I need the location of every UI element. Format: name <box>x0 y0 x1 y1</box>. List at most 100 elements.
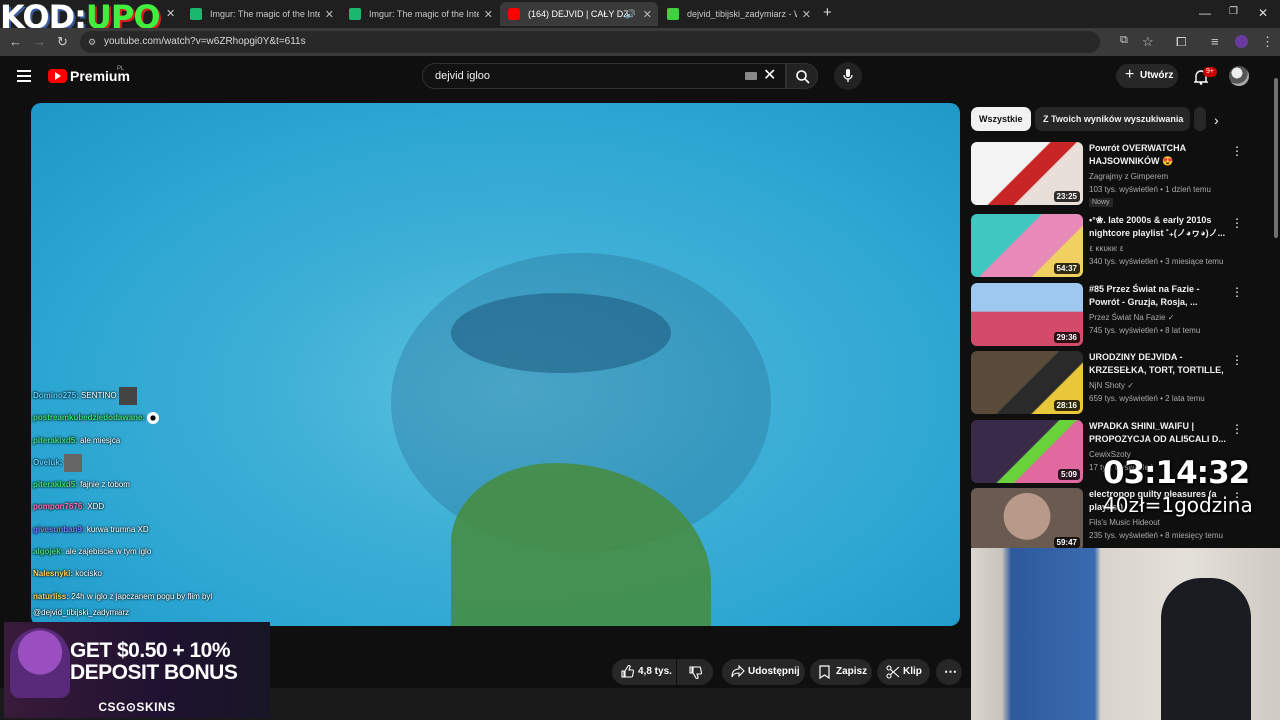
restore-icon[interactable]: ❐ <box>1229 6 1238 17</box>
back-icon[interactable]: ← <box>9 34 22 49</box>
address-bar-row: ← → ↻ ⚙ youtube.com/watch?v=w6ZRhopgi0Y&… <box>0 28 1280 56</box>
search-button[interactable] <box>786 63 818 89</box>
search-input[interactable]: dejvid igloo <box>422 63 786 89</box>
chat-message: piterakixd5: fajnie z tobom <box>33 480 130 490</box>
new-tab-button[interactable]: + <box>823 4 832 21</box>
recommendation-item[interactable]: 23:25 Powrót OVERWATCHA HAJSOWNIKÓW 😍 Za… <box>971 142 1261 207</box>
chat-message: Oveluk: <box>33 452 273 474</box>
subathon-rate: 40zł=1godzina <box>1103 493 1253 517</box>
voice-search-button[interactable] <box>834 62 862 90</box>
scissors-icon <box>886 665 900 679</box>
stream-chat-overlay: Domino275: SENTINO postreamkubedziedodaw… <box>33 385 273 617</box>
more-options-icon[interactable]: ⋮ <box>1231 216 1243 230</box>
keyboard-icon[interactable] <box>745 72 757 80</box>
video-thumbnail[interactable]: 28:16 <box>971 351 1083 414</box>
kick-favicon-icon <box>667 8 679 20</box>
chat-message: Domino275: SENTINO <box>33 385 273 407</box>
clip-button[interactable]: Klip <box>877 659 930 685</box>
tab-close-icon[interactable]: ✕ <box>166 7 175 20</box>
video-frame-shape <box>451 293 671 373</box>
eyes-emote-icon <box>147 412 160 425</box>
site-info-icon[interactable]: ⚙ <box>88 31 96 53</box>
recommendation-item[interactable]: 54:37 •°❀. late 2000s & early 2010s nigh… <box>971 214 1261 278</box>
forward-icon[interactable]: → <box>33 34 46 49</box>
save-bookmark-icon <box>819 665 830 679</box>
streamer-webcam <box>971 548 1280 720</box>
ad-mascot-icon <box>10 628 70 698</box>
bookmark-star-icon[interactable]: ☆ <box>1142 34 1154 50</box>
save-button[interactable]: Zapisz <box>810 659 872 685</box>
notification-count-badge: 9+ <box>1203 67 1217 77</box>
recommendation-item[interactable]: 28:16 URODZINY DEJVIDA - KRZESEŁKA, TORT… <box>971 351 1261 415</box>
clear-search-icon[interactable]: ✕ <box>763 65 776 85</box>
thumbs-up-icon <box>621 665 634 678</box>
youtube-header: Premium PL dejvid igloo ✕ Utwórz 9+ <box>0 56 1280 100</box>
like-button[interactable]: 4,8 tys. <box>612 659 676 685</box>
csgoskins-ad-banner: GET $0.50 + 10% DEPOSIT BONUS CSG⊙SKINS <box>4 622 270 718</box>
chat-message: Nalesnyki: kocisko <box>33 569 102 579</box>
profile-icon[interactable] <box>1235 35 1248 48</box>
tab-close-icon[interactable]: ✕ <box>643 8 652 21</box>
more-options-icon[interactable]: ⋮ <box>1231 285 1243 299</box>
chat-message: postreamkubedziedodawane: <box>33 407 273 429</box>
thumbs-down-icon <box>689 666 702 679</box>
speaker-icon[interactable]: 🔊 <box>625 9 636 20</box>
subathon-timer: 03:14:32 <box>1103 455 1250 491</box>
chat-message: naturliss: 24h w iglo z japczanem pogu b… <box>33 591 213 617</box>
tab-imgur-1[interactable]: Imgur: The magic of the Internet ✕ <box>182 2 340 26</box>
tab-youtube-active[interactable]: (164) DEJVID | CAŁY DZIEŃ 🔊 ✕ <box>500 2 658 26</box>
create-button[interactable]: Utwórz <box>1116 63 1178 88</box>
video-thumbnail[interactable]: 23:25 <box>971 142 1083 205</box>
more-options-icon[interactable]: ⋮ <box>1231 422 1243 436</box>
youtube-logo-icon[interactable] <box>48 69 67 83</box>
install-icon[interactable]: ⧉ <box>1120 34 1128 47</box>
tab-kick[interactable]: dejvid_tibijski_zadymiarz - Watch ✕ <box>659 2 817 26</box>
tab-imgur-2[interactable]: Imgur: The magic of the Internet ✕ <box>341 2 499 26</box>
more-actions-button[interactable]: ⋯ <box>936 659 962 685</box>
hamburger-menu-icon[interactable] <box>17 70 31 82</box>
chat-message: algojek: ale zajebiscie w tym iglo <box>33 547 152 557</box>
browser-menu-icon[interactable]: ⋮ <box>1261 34 1274 50</box>
ad-headline: GET $0.50 + 10% <box>70 639 231 662</box>
chevron-right-icon[interactable]: › <box>1214 112 1219 128</box>
chip-from-search[interactable]: Z Twoich wyników wyszukiwania <box>1035 107 1190 131</box>
chip-partial[interactable] <box>1194 107 1206 131</box>
chat-message: piterakixd5: ale miesjca <box>33 435 121 445</box>
scrollbar-thumb[interactable] <box>1274 78 1278 238</box>
region-code: PL <box>117 66 125 72</box>
more-options-icon[interactable]: ⋮ <box>1231 353 1243 367</box>
imgur-favicon-icon <box>349 8 361 20</box>
tab-close-icon[interactable]: ✕ <box>325 8 334 21</box>
youtube-favicon-icon <box>508 8 520 20</box>
account-avatar[interactable] <box>1229 66 1249 86</box>
dislike-button[interactable] <box>677 659 713 685</box>
microphone-icon <box>843 69 853 82</box>
minimize-icon[interactable]: — <box>1199 6 1211 20</box>
webcam-figure-shape <box>1161 578 1251 720</box>
user-photo-icon <box>64 453 83 472</box>
url-field[interactable]: ⚙ youtube.com/watch?v=w6ZRhopgi0Y&t=611s <box>80 31 1100 53</box>
window-close-icon[interactable]: ✕ <box>1258 6 1268 20</box>
more-options-icon[interactable]: ⋮ <box>1231 144 1243 158</box>
ad-headline-2: DEPOSIT BONUS <box>70 661 238 684</box>
page-scrollbar[interactable] <box>1272 60 1280 320</box>
user-photo-icon <box>118 386 137 405</box>
media-controls-icon[interactable]: ≡ <box>1211 34 1219 49</box>
chip-all[interactable]: Wszystkie <box>971 107 1031 131</box>
video-thumbnail[interactable]: 54:37 <box>971 214 1083 277</box>
video-thumbnail[interactable]: 59:47 <box>971 488 1083 551</box>
reload-icon[interactable]: ↻ <box>57 34 68 50</box>
tab-close-icon[interactable]: ✕ <box>484 8 493 21</box>
recommendation-item[interactable]: 29:36 #85 Przez Świat na Fazie - Powrót … <box>971 283 1261 347</box>
tab-close-icon[interactable]: ✕ <box>802 8 811 21</box>
chat-message: pompon7676: XDD <box>33 502 105 512</box>
imgur-favicon-icon <box>190 8 202 20</box>
ad-brand: CSG⊙SKINS <box>98 700 176 714</box>
video-thumbnail[interactable]: 29:36 <box>971 283 1083 346</box>
share-icon <box>731 665 745 678</box>
share-button[interactable]: Udostępnij <box>722 659 805 685</box>
browser-tab-bar: KOD:UPO ✕ Imgur: The magic of the Intern… <box>0 0 1280 34</box>
video-thumbnail[interactable]: 5:09 <box>971 420 1083 483</box>
new-badge: Nowy <box>1089 198 1113 207</box>
extensions-icon[interactable]: ⧠ <box>1176 34 1186 50</box>
